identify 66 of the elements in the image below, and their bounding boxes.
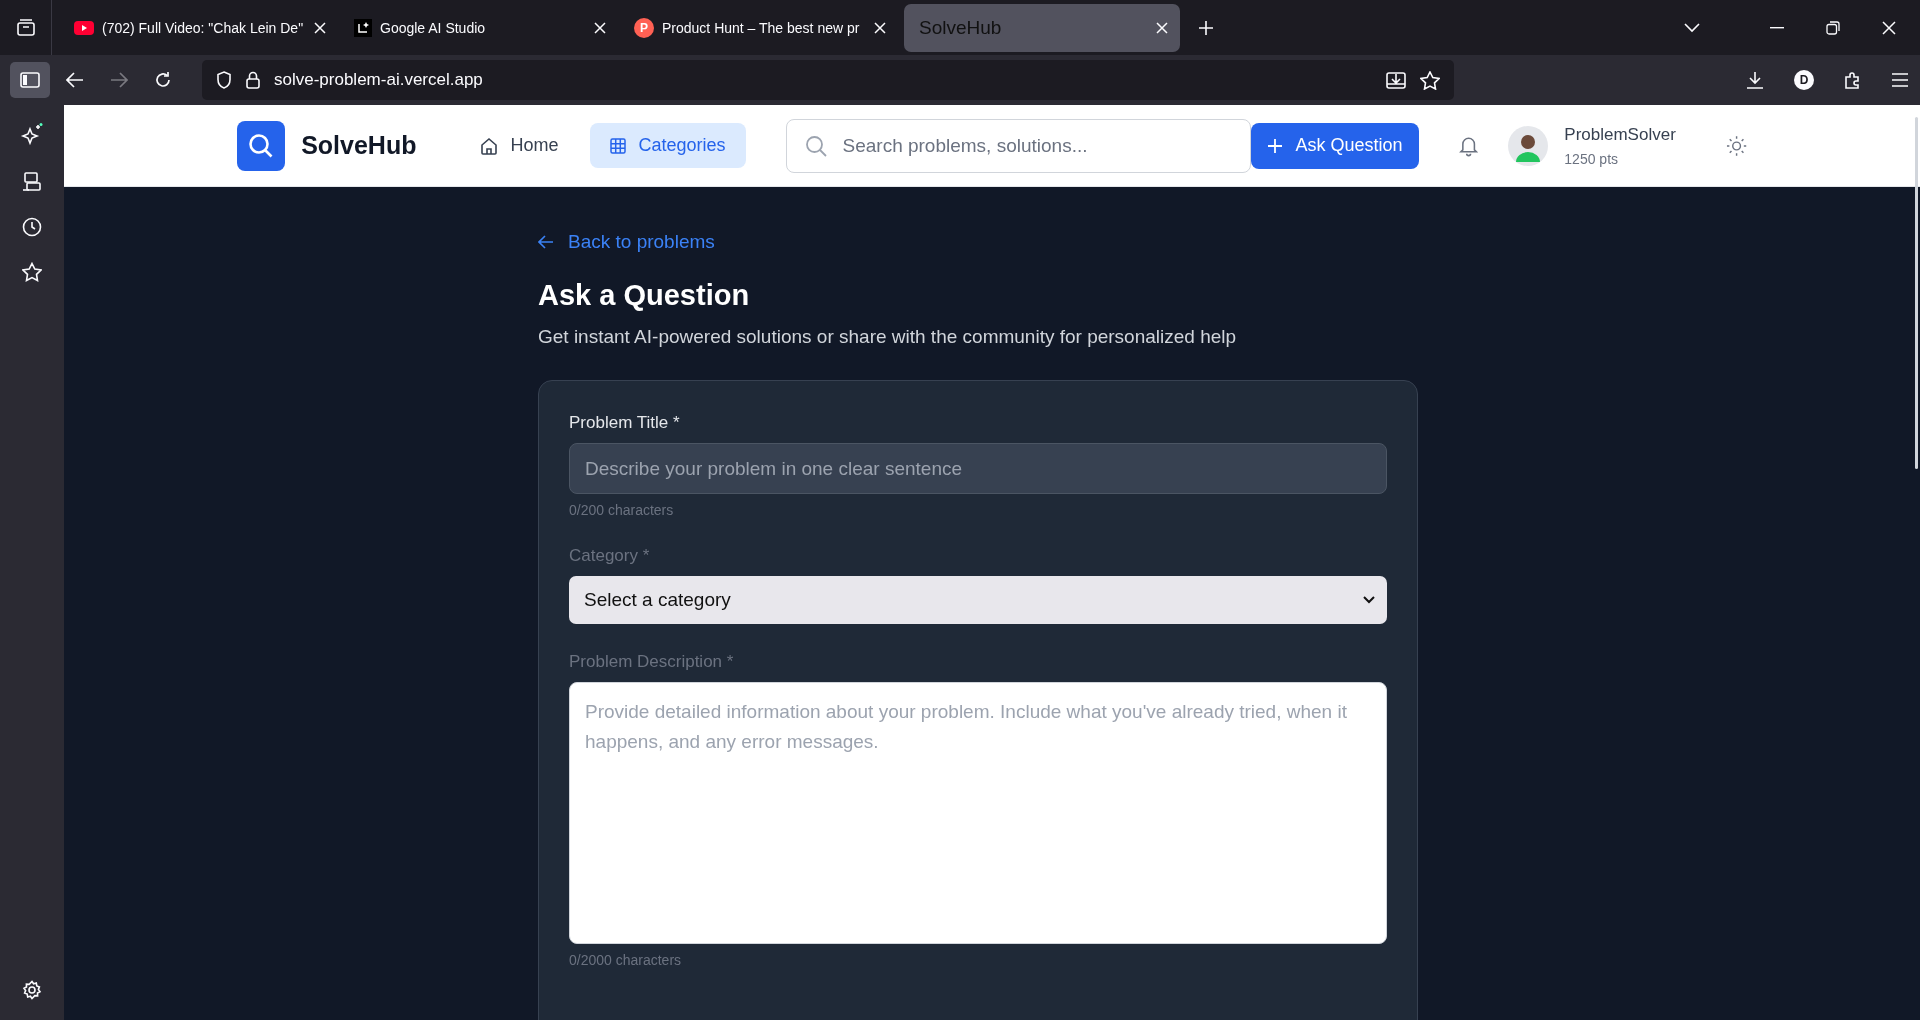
character-counter: 0/2000 characters — [569, 952, 683, 968]
install-icon[interactable] — [1386, 71, 1406, 89]
video-icon — [74, 20, 94, 35]
back-link[interactable]: Back to problems — [538, 231, 715, 253]
tab-title: (702) Full Video: "Chak Lein De" — [102, 19, 305, 36]
download-icon[interactable] — [1746, 71, 1764, 89]
star-icon[interactable] — [22, 262, 42, 282]
restore-icon[interactable] — [1826, 20, 1840, 35]
home-icon — [480, 136, 499, 155]
user-points: 1250 pts — [1564, 150, 1620, 167]
user-name: ProblemSolver — [1564, 124, 1676, 145]
page-title: Ask a Question — [538, 279, 751, 312]
text-area[interactable]: Provide detailed information about your problem. Include what you've already tried, when it happens, and any error messages. — [569, 682, 1387, 944]
grid-icon — [610, 137, 627, 154]
browser-tab[interactable]: P Product Hunt – The best new pr — [624, 5, 896, 50]
nav-link[interactable]: Categories — [590, 123, 746, 168]
back-arrow-icon — [538, 235, 554, 249]
tab-title: SolveHub — [919, 16, 1003, 39]
search-icon — [804, 134, 827, 157]
category-dropdown[interactable]: Select a category — [569, 576, 1387, 624]
search-icon[interactable] — [237, 120, 286, 171]
browser-tab[interactable]: (702) Full Video: "Chak Lein De" — [64, 5, 336, 50]
close-icon[interactable] — [1882, 20, 1896, 35]
clock-icon[interactable] — [22, 217, 42, 237]
minimize-icon[interactable] — [1770, 26, 1784, 29]
forward-arrow-icon[interactable] — [110, 72, 128, 88]
close-icon[interactable] — [594, 21, 606, 34]
devices-icon[interactable] — [22, 172, 42, 192]
character-counter: 0/200 characters — [569, 502, 675, 518]
field-label: Category * — [569, 546, 651, 566]
ask-question-button[interactable]: Ask Question — [1251, 122, 1420, 169]
chevron-down-icon — [1363, 596, 1375, 604]
sidebar-toggle-icon[interactable] — [10, 62, 50, 98]
shield-icon[interactable] — [216, 71, 232, 89]
profile-avatar[interactable]: D — [1794, 70, 1814, 90]
scrollbar[interactable] — [1915, 117, 1918, 469]
plus-icon — [1267, 138, 1282, 153]
browser-tab[interactable]: Google AI Studio — [344, 5, 616, 50]
studio-icon — [354, 18, 372, 37]
field-label: Problem Title * — [569, 413, 681, 433]
tab-title: Google AI Studio — [380, 19, 487, 36]
close-icon[interactable] — [314, 21, 326, 34]
url-text: solve-problem-ai.vercel.app — [274, 70, 483, 90]
nav-link[interactable]: Home — [460, 123, 579, 168]
close-icon[interactable] — [1156, 21, 1168, 34]
star-icon[interactable] — [1420, 70, 1440, 90]
close-icon[interactable] — [874, 21, 886, 34]
reload-icon[interactable] — [154, 71, 172, 89]
sparkle-icon[interactable] — [20, 123, 44, 147]
tab-title: Product Hunt – The best new pr — [662, 19, 861, 36]
new-tab-icon[interactable] — [1198, 19, 1214, 36]
menu-icon[interactable] — [1892, 73, 1908, 87]
puzzle-icon[interactable] — [1844, 71, 1862, 89]
sun-icon[interactable] — [1725, 134, 1747, 157]
chevron-down-icon[interactable] — [1684, 22, 1700, 33]
avatar[interactable] — [1508, 125, 1549, 166]
search-field[interactable]: Search problems, solutions... — [785, 118, 1252, 173]
lock-icon — [246, 71, 260, 89]
field-label: Problem Description * — [569, 652, 735, 672]
back-arrow-icon[interactable] — [66, 72, 84, 88]
page-subtitle: Get instant AI-powered solutions or share with the community for personalized help — [538, 326, 1238, 348]
brand-name[interactable]: SolveHub — [301, 131, 417, 160]
address-bar[interactable]: solve-problem-ai.vercel.app — [202, 60, 1454, 100]
settings-icon[interactable] — [22, 980, 42, 1000]
input-field[interactable]: Describe your problem in one clear sentence — [569, 443, 1387, 494]
letter-icon: P — [634, 17, 654, 38]
